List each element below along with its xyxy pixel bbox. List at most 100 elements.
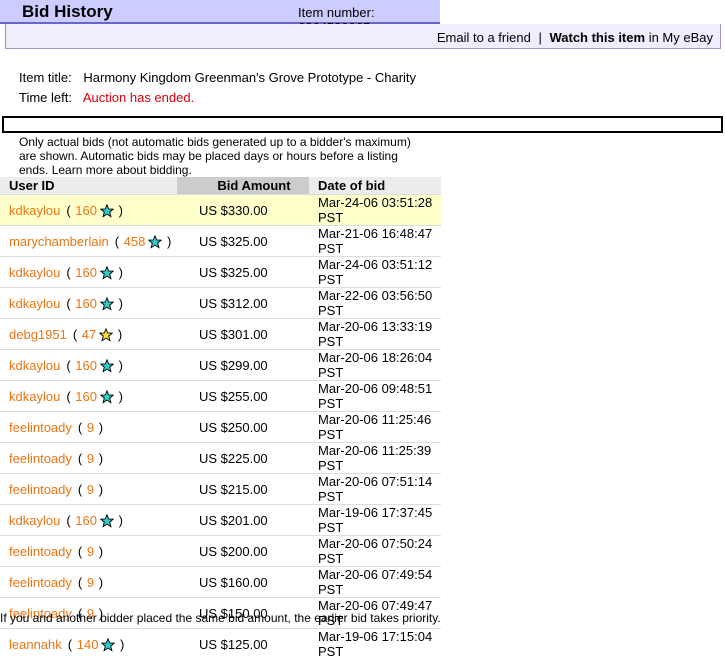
watch-item-link[interactable]: Watch this item bbox=[549, 30, 645, 45]
feedback-score-group: ( 160 ) bbox=[66, 358, 123, 373]
table-row: leannahk( 140 )US $125.00Mar-19-06 17:15… bbox=[0, 629, 441, 659]
feedback-score-group: ( 47 ) bbox=[73, 327, 122, 342]
bid-amount: US $200.00 bbox=[177, 536, 309, 567]
bid-amount: US $299.00 bbox=[177, 350, 309, 381]
table-row: debg1951( 47 )US $301.00Mar-20-06 13:33:… bbox=[0, 319, 441, 350]
in-my-ebay-text: in My eBay bbox=[649, 30, 713, 45]
feedback-star-icon[interactable] bbox=[101, 638, 115, 652]
feedback-star-icon[interactable] bbox=[100, 359, 114, 373]
bidder-user-id[interactable]: leannahk bbox=[9, 637, 62, 652]
user-cell: kdkaylou( 160 ) bbox=[0, 505, 177, 536]
feedback-score[interactable]: 160 bbox=[75, 389, 97, 404]
bid-amount: US $250.00 bbox=[177, 412, 309, 443]
user-cell: kdkaylou( 160 ) bbox=[0, 288, 177, 319]
email-friend-link[interactable]: Email to a friend bbox=[437, 30, 531, 45]
table-row: kdkaylou( 160 )US $255.00Mar-20-06 09:48… bbox=[0, 381, 441, 412]
page-title: Bid History bbox=[22, 2, 113, 22]
tie-note: If you and another bidder placed the sam… bbox=[0, 611, 441, 625]
bid-amount: US $125.00 bbox=[177, 629, 309, 659]
bid-date: Mar-20-06 07:50:24 PST bbox=[309, 536, 441, 567]
bidder-user-id[interactable]: feelintoady bbox=[9, 420, 72, 435]
feedback-score[interactable]: 160 bbox=[75, 358, 97, 373]
feedback-star-icon[interactable] bbox=[148, 235, 162, 249]
table-row: feelintoady( 9 )US $215.00Mar-20-06 07:5… bbox=[0, 474, 441, 505]
bidder-user-id[interactable]: kdkaylou bbox=[9, 296, 60, 311]
bidder-user-id[interactable]: feelintoady bbox=[9, 482, 72, 497]
table-header-row: User ID Bid Amount Date of bid bbox=[0, 177, 441, 195]
user-cell: feelintoady( 9 ) bbox=[0, 536, 177, 567]
user-cell: feelintoady ( 9 ) bbox=[0, 567, 177, 598]
user-cell: kdkaylou ( 160 ) bbox=[0, 195, 177, 226]
table-row: kdkaylou( 160 )US $330.00Mar-24-06 03:51… bbox=[0, 195, 441, 226]
bid-date: Mar-24-06 03:51:12 PST bbox=[309, 257, 441, 288]
bid-date: Mar-20-06 11:25:46 PST bbox=[309, 412, 441, 443]
feedback-star-icon[interactable] bbox=[100, 204, 114, 218]
table-row: kdkaylou( 160 )US $312.00Mar-22-06 03:56… bbox=[0, 288, 441, 319]
feedback-star-icon[interactable] bbox=[100, 390, 114, 404]
feedback-score-group: ( 9 ) bbox=[78, 575, 103, 590]
bid-amount: US $325.00 bbox=[177, 257, 309, 288]
feedback-score[interactable]: 9 bbox=[87, 482, 94, 497]
user-cell: feelintoady( 9 ) bbox=[0, 474, 177, 505]
feedback-score[interactable]: 160 bbox=[75, 265, 97, 280]
bid-date: Mar-21-06 16:48:47 PST bbox=[309, 226, 441, 257]
feedback-score[interactable]: 9 bbox=[87, 451, 94, 466]
user-cell: kdkaylou ( 160 ) bbox=[0, 350, 177, 381]
feedback-star-icon[interactable] bbox=[100, 514, 114, 528]
time-left-value: Auction has ended. bbox=[83, 90, 194, 105]
bid-date: Mar-20-06 18:26:04 PST bbox=[309, 350, 441, 381]
user-cell: debg1951 ( 47 ) bbox=[0, 319, 177, 350]
bid-rows: kdkaylou( 160 )US $330.00Mar-24-06 03:51… bbox=[0, 195, 441, 659]
bidder-user-id[interactable]: feelintoady bbox=[9, 451, 72, 466]
bidder-user-id[interactable]: debg1951 bbox=[9, 327, 67, 342]
table-row: feelintoady( 9 )US $200.00Mar-20-06 07:5… bbox=[0, 536, 441, 567]
bid-date: Mar-19-06 17:15:04 PST bbox=[309, 629, 441, 659]
bidder-user-id[interactable]: kdkaylou bbox=[9, 265, 60, 280]
feedback-score[interactable]: 9 bbox=[87, 575, 94, 590]
item-title-row: Item title: Harmony Kingdom Greenman's G… bbox=[19, 70, 416, 85]
user-cell: feelintoady( 9 ) bbox=[0, 443, 177, 474]
bidder-user-id[interactable]: kdkaylou bbox=[9, 513, 60, 528]
table-row: marychamberlain( 458 )US $325.00Mar-21-0… bbox=[0, 226, 441, 257]
user-id-header[interactable]: User ID bbox=[0, 177, 177, 195]
feedback-star-icon[interactable] bbox=[99, 328, 113, 342]
bid-amount-header[interactable]: Bid Amount bbox=[177, 177, 309, 195]
bid-date: Mar-22-06 03:56:50 PST bbox=[309, 288, 441, 319]
feedback-score-group: ( 160 ) bbox=[66, 203, 123, 218]
header-bar: Bid History Item number: 6264539965 bbox=[0, 0, 440, 24]
bidder-user-id[interactable]: marychamberlain bbox=[9, 234, 109, 249]
links-separator: | bbox=[538, 30, 541, 45]
feedback-star-icon[interactable] bbox=[100, 297, 114, 311]
links-group: Email to a friend | Watch this item in M… bbox=[437, 30, 713, 45]
bidder-user-id[interactable]: feelintoady bbox=[9, 544, 72, 559]
bidder-user-id[interactable]: kdkaylou bbox=[9, 358, 60, 373]
bids-note: Only actual bids (not automatic bids gen… bbox=[19, 135, 429, 177]
table-row: kdkaylou( 160 )US $325.00Mar-24-06 03:51… bbox=[0, 257, 441, 288]
item-title-value: Harmony Kingdom Greenman's Grove Prototy… bbox=[83, 70, 416, 85]
bidder-user-id[interactable]: kdkaylou bbox=[9, 203, 60, 218]
feedback-score[interactable]: 160 bbox=[75, 203, 97, 218]
feedback-score[interactable]: 9 bbox=[87, 544, 94, 559]
feedback-score[interactable]: 160 bbox=[75, 513, 97, 528]
learn-more-link[interactable]: Learn more about bidding. bbox=[52, 163, 192, 177]
feedback-score[interactable]: 9 bbox=[87, 420, 94, 435]
bidder-user-id[interactable]: feelintoady bbox=[9, 575, 72, 590]
bid-date: Mar-20-06 13:33:19 PST bbox=[309, 319, 441, 350]
feedback-score[interactable]: 458 bbox=[124, 234, 146, 249]
feedback-score-group: ( 9 ) bbox=[78, 420, 103, 435]
bid-date: Mar-20-06 11:25:39 PST bbox=[309, 443, 441, 474]
feedback-score[interactable]: 140 bbox=[77, 637, 99, 652]
bidder-user-id[interactable]: kdkaylou bbox=[9, 389, 60, 404]
table-row: feelintoady( 9 )US $225.00Mar-20-06 11:2… bbox=[0, 443, 441, 474]
bid-date: Mar-20-06 07:49:54 PST bbox=[309, 567, 441, 598]
user-cell: marychamberlain( 458 ) bbox=[0, 226, 177, 257]
feedback-score[interactable]: 160 bbox=[75, 296, 97, 311]
feedback-star-icon[interactable] bbox=[100, 266, 114, 280]
user-cell: leannahk( 140 ) bbox=[0, 629, 177, 659]
bid-amount: US $160.00 bbox=[177, 567, 309, 598]
feedback-score[interactable]: 47 bbox=[82, 327, 96, 342]
table-row: kdkaylou( 160 )US $201.00Mar-19-06 17:37… bbox=[0, 505, 441, 536]
bid-date: Mar-19-06 17:37:45 PST bbox=[309, 505, 441, 536]
bid-amount: US $215.00 bbox=[177, 474, 309, 505]
date-of-bid-header[interactable]: Date of bid bbox=[309, 177, 441, 195]
